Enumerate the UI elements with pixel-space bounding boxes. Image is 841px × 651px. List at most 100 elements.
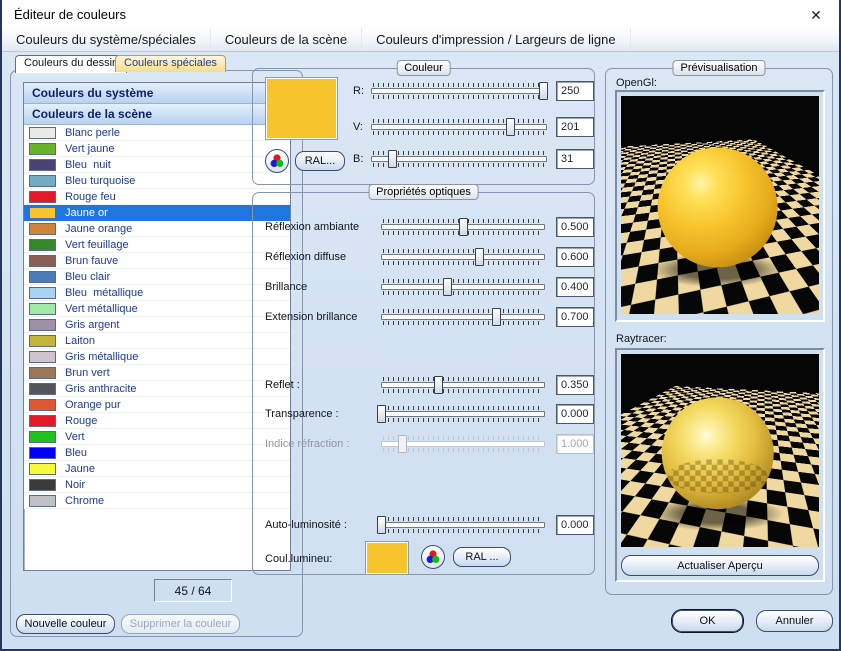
color-name: Chrome [65,495,104,507]
color-list-item[interactable]: Bleu nuit [24,157,290,173]
tab-couleurs-du-dessin[interactable]: Couleurs du dessin [15,55,127,73]
color-swatch [29,447,56,459]
refresh-preview-button[interactable]: Actualiser Aperçu [621,555,819,576]
color-name: Vert feuillage [65,239,129,251]
tab-couleurs-speciales[interactable]: Couleurs spéciales [115,55,226,72]
section-header-scene[interactable]: Couleurs de la scène [24,104,290,125]
shininess-slider[interactable] [381,279,545,295]
close-icon[interactable]: ✕ [807,6,825,24]
reflection-slider[interactable] [381,377,545,393]
ambient-reflection-value[interactable]: 0.500 [556,217,594,237]
luminous-color-label: Coul.lumineu: [265,553,332,565]
color-list-item[interactable]: Vert métallique [24,301,290,317]
color-name: Rouge [65,415,97,427]
shininess-extension-label: Extension brillance [265,311,357,323]
red-channel-slider-thumb[interactable] [539,82,548,100]
tick-marks [383,418,543,422]
blue-channel-slider[interactable] [371,151,547,167]
green-channel-slider[interactable] [371,119,547,135]
color-list-item[interactable]: Bleu [24,445,290,461]
tick-marks [373,131,545,135]
color-swatch [29,143,56,155]
color-list-item[interactable]: Gris métallique [24,349,290,365]
blue-channel-value[interactable]: 31 [556,149,594,169]
color-name: Orange pur [65,399,121,411]
diffuse-reflection-slider[interactable] [381,249,545,265]
color-list-item[interactable]: Gris argent [24,317,290,333]
color-list-item[interactable]: Brun fauve [24,253,290,269]
luminous-ral-button[interactable]: RAL ... [453,547,511,567]
color-list-item[interactable]: Bleu métallique [24,285,290,301]
diffuse-reflection-value[interactable]: 0.600 [556,247,594,267]
color-list-item[interactable]: Jaune or [24,205,290,221]
color-name: Blanc perle [65,127,120,139]
color-list-item[interactable]: Jaune [24,461,290,477]
ok-button[interactable]: OK [672,610,743,632]
color-list-item[interactable]: Bleu turquoise [24,173,290,189]
main-tab-0[interactable]: Couleurs du système/spéciales [2,28,211,51]
diffuse-reflection-slider-thumb[interactable] [475,248,484,266]
color-list-item[interactable]: Brun vert [24,365,290,381]
self-luminosity-slider[interactable] [381,517,545,533]
transparency-slider[interactable] [381,406,545,422]
reflection-slider-thumb[interactable] [434,376,443,394]
optics-groupbox: Propriétés optiques Réflexion ambiante0.… [252,192,595,575]
blue-channel-slider-thumb[interactable] [388,150,397,168]
red-channel-slider[interactable] [371,83,547,99]
color-list-item[interactable]: Gris anthracite [24,381,290,397]
slider-groove [381,284,545,290]
color-name: Gris métallique [65,351,138,363]
color-list-item[interactable]: Orange pur [24,397,290,413]
color-swatch [29,127,56,139]
self-luminosity-value[interactable]: 0.000 [556,515,594,535]
luminous-rgb-picker-icon[interactable] [421,545,445,569]
color-list-item[interactable]: Vert feuillage [24,237,290,253]
luminous-color-swatch [365,541,409,575]
color-name: Gris anthracite [65,383,137,395]
main-tab-1[interactable]: Couleurs de la scène [211,28,362,51]
color-list-item[interactable]: Rouge feu [24,189,290,205]
shininess-value[interactable]: 0.400 [556,277,594,297]
green-channel-value[interactable]: 201 [556,117,594,137]
ambient-reflection-label: Réflexion ambiante [265,221,359,233]
shininess-extension-slider-thumb[interactable] [492,308,501,326]
color-swatch [29,463,56,475]
ambient-reflection-slider-thumb[interactable] [459,218,468,236]
color-list-item[interactable]: Vert [24,429,290,445]
preview-groupbox: Prévisualisation OpenGl: Raytracer: Actu… [605,68,833,595]
color-list-item[interactable]: Bleu clair [24,269,290,285]
color-list-item[interactable]: Blanc perle [24,125,290,141]
refraction-index-value: 1.000 [556,434,594,454]
transparency-value[interactable]: 0.000 [556,404,594,424]
new-color-button[interactable]: Nouvelle couleur [16,614,115,634]
color-list-item[interactable]: Chrome [24,493,290,509]
self-luminosity-slider-thumb[interactable] [377,516,386,534]
tick-marks [383,261,543,265]
color-list-item[interactable]: Laiton [24,333,290,349]
color-list-item[interactable]: Vert jaune [24,141,290,157]
rgb-picker-icon[interactable] [265,149,289,173]
reflection-value[interactable]: 0.350 [556,375,594,395]
red-channel-value[interactable]: 250 [556,81,594,101]
color-swatch [29,383,56,395]
delete-color-button: Supprimer la couleur [121,614,240,634]
transparency-slider-thumb[interactable] [377,405,386,423]
shininess-extension-slider[interactable] [381,309,545,325]
cancel-button[interactable]: Annuler [756,610,833,632]
ral-button[interactable]: RAL... [295,151,345,171]
color-swatch [29,255,56,267]
shininess-row: Brillance0.400 [265,277,594,299]
color-name: Jaune or [65,207,108,219]
transparency-label: Transparence : [265,408,339,420]
main-tab-2[interactable]: Couleurs d'impression / Largeurs de lign… [362,28,631,51]
green-channel-slider-thumb[interactable] [506,118,515,136]
dialog-title: Éditeur de couleurs [14,7,126,22]
raytracer-preview-frame: Actualiser Aperçu [615,348,825,582]
shininess-slider-thumb[interactable] [443,278,452,296]
ambient-reflection-slider[interactable] [381,219,545,235]
color-list-item[interactable]: Jaune orange [24,221,290,237]
color-list-item[interactable]: Rouge [24,413,290,429]
section-header-system[interactable]: Couleurs du système [24,83,290,104]
color-list-item[interactable]: Noir [24,477,290,493]
shininess-extension-value[interactable]: 0.700 [556,307,594,327]
